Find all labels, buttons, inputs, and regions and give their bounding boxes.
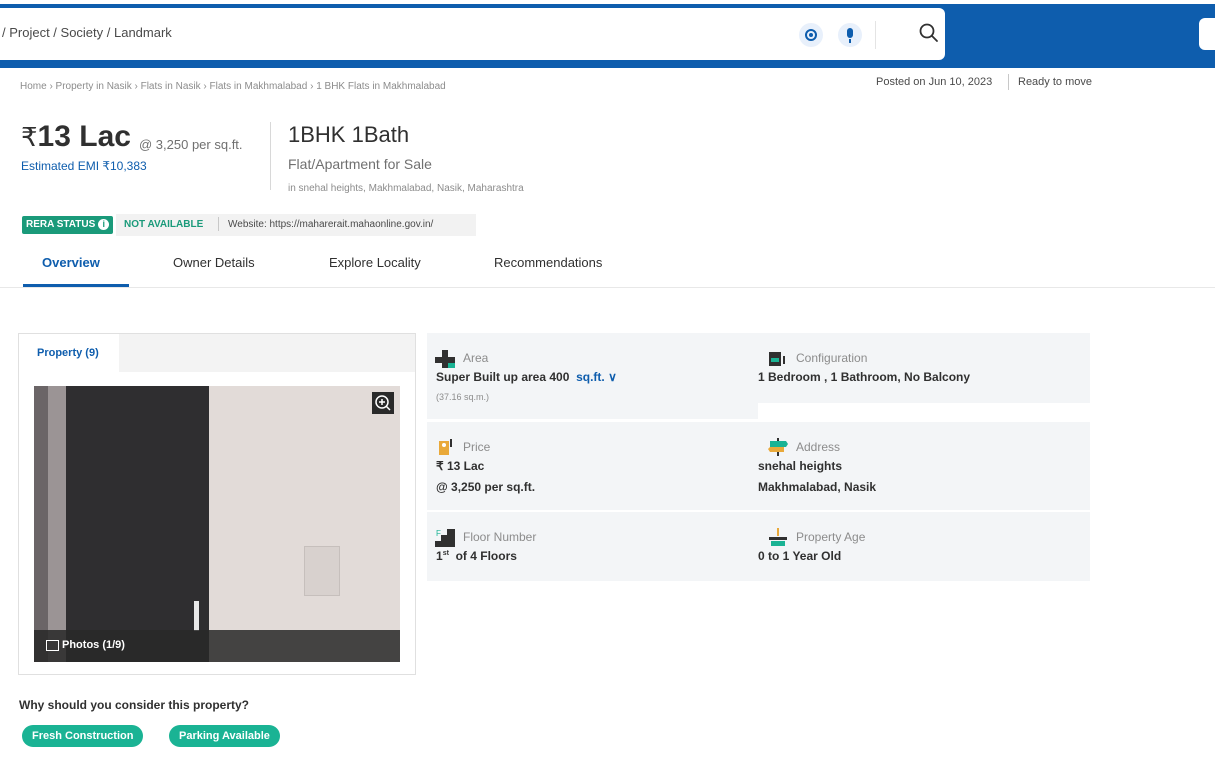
header-top-strip bbox=[0, 0, 1215, 4]
search-bar[interactable]: / Project / Society / Landmark bbox=[0, 8, 945, 60]
listing-location: in snehal heights, Makhmalabad, Nasik, M… bbox=[288, 183, 524, 194]
photo-door-frame bbox=[34, 386, 48, 662]
address-line1: snehal heights bbox=[758, 459, 843, 473]
photo-gallery: Property (9) Photos (1/9) bbox=[18, 333, 416, 675]
header-divider bbox=[270, 122, 271, 190]
tag-fresh-construction: Fresh Construction bbox=[22, 725, 144, 747]
rera-divider bbox=[218, 217, 219, 231]
price-rate-detail: @ 3,250 per sq.ft. bbox=[436, 480, 536, 494]
address-line2: Makhmalabad, Nasik bbox=[758, 480, 877, 494]
posted-divider bbox=[1008, 74, 1009, 90]
area-label: Area bbox=[463, 351, 489, 365]
area-icon bbox=[435, 350, 455, 368]
address-signpost-icon bbox=[768, 438, 788, 456]
area-unit-selector[interactable]: sq.ft. bbox=[576, 370, 605, 384]
floor-number: 1 bbox=[436, 549, 443, 563]
tab-explore-locality[interactable]: Explore Locality bbox=[329, 255, 421, 270]
area-sqm: (37.16 sq.m.) bbox=[436, 392, 490, 402]
configuration-value: 1 Bedroom , 1 Bathroom, No Balcony bbox=[758, 370, 971, 384]
rera-website: Website: https://maharerait.mahaonline.g… bbox=[228, 219, 434, 230]
property-details: Area Super Built up area 400 sq.ft. ∨ (3… bbox=[427, 333, 1090, 581]
floor-total: of 4 Floors bbox=[455, 549, 517, 563]
breadcrumb[interactable]: Home › Property in Nasik › Flats in Nasi… bbox=[20, 81, 446, 92]
image-icon bbox=[46, 640, 59, 651]
svg-text:F: F bbox=[436, 529, 441, 538]
area-value: Super Built up area 400 sq.ft. ∨ bbox=[436, 370, 617, 384]
price-tag-icon bbox=[439, 439, 452, 455]
microphone-icon[interactable] bbox=[838, 23, 862, 47]
active-tab-indicator bbox=[23, 284, 129, 287]
area-value-text: Super Built up area 400 bbox=[436, 370, 570, 384]
gallery-tab-label: Property (9) bbox=[37, 347, 99, 359]
floor-stairs-icon: F bbox=[435, 529, 455, 547]
header-action-button[interactable] bbox=[1199, 18, 1215, 50]
price-per-sqft: @ 3,250 per sq.ft. bbox=[139, 137, 243, 152]
detail-configuration-cell bbox=[758, 333, 1090, 403]
gallery-tab-property[interactable]: Property (9) bbox=[19, 334, 119, 372]
property-age-value: 0 to 1 Year Old bbox=[758, 549, 842, 563]
property-photo[interactable]: Photos (1/9) bbox=[34, 386, 400, 662]
price-value: 13 Lac bbox=[37, 120, 131, 153]
info-icon[interactable]: i bbox=[98, 219, 110, 230]
chevron-down-icon[interactable]: ∨ bbox=[605, 370, 617, 384]
tag-parking-available: Parking Available bbox=[169, 725, 280, 747]
floor-label: Floor Number bbox=[463, 530, 537, 544]
rera-status-value: NOT AVAILABLE bbox=[124, 219, 204, 230]
zoom-in-icon[interactable] bbox=[372, 392, 394, 414]
listing-subtitle: Flat/Apartment for Sale bbox=[288, 156, 432, 172]
detail-floor-age-cell bbox=[427, 512, 1090, 581]
listing-title: 1BHK 1Bath bbox=[288, 122, 410, 147]
photos-counter-bar[interactable]: Photos (1/9) bbox=[34, 630, 400, 662]
posted-date: Posted on Jun 10, 2023 bbox=[876, 76, 993, 88]
emi-link[interactable]: Estimated EMI ₹10,383 bbox=[21, 159, 147, 173]
search-divider bbox=[875, 21, 876, 49]
search-icon[interactable] bbox=[918, 22, 940, 44]
photo-door-bolt bbox=[194, 601, 199, 631]
property-age-label: Property Age bbox=[796, 530, 866, 544]
section-tabs: Overview Owner Details Explore Locality … bbox=[0, 245, 1215, 288]
property-age-icon bbox=[769, 528, 787, 546]
rera-badge-label: RERA STATUS bbox=[26, 219, 96, 230]
search-input[interactable]: / Project / Society / Landmark bbox=[2, 25, 172, 40]
floor-value: 1st of 4 Floors bbox=[436, 549, 517, 563]
rera-status-badge[interactable]: RERA STATUS i bbox=[22, 216, 114, 234]
price-label: Price bbox=[463, 440, 491, 454]
photos-counter: Photos (1/9) bbox=[62, 639, 125, 651]
price-value-detail: ₹ 13 Lac bbox=[436, 459, 485, 473]
location-icon[interactable] bbox=[799, 23, 823, 47]
configuration-label: Configuration bbox=[796, 351, 868, 365]
tab-recommendations[interactable]: Recommendations bbox=[494, 255, 602, 270]
photo-door-gap bbox=[48, 386, 66, 662]
tab-owner-details[interactable]: Owner Details bbox=[173, 255, 255, 270]
possession-status: Ready to move bbox=[1018, 76, 1092, 88]
photo-wall bbox=[209, 386, 400, 662]
address-label: Address bbox=[796, 440, 841, 454]
configuration-icon bbox=[769, 352, 785, 366]
why-consider-heading: Why should you consider this property? bbox=[19, 698, 250, 712]
gallery-tabbar: Property (9) bbox=[19, 334, 415, 372]
floor-suffix: st bbox=[442, 550, 449, 557]
top-header: / Project / Society / Landmark bbox=[0, 0, 1215, 68]
listing-price: ₹13 Lac bbox=[21, 120, 131, 154]
tab-overview[interactable]: Overview bbox=[42, 255, 100, 270]
photo-switch bbox=[304, 546, 340, 596]
rupee-symbol: ₹ bbox=[21, 122, 38, 152]
